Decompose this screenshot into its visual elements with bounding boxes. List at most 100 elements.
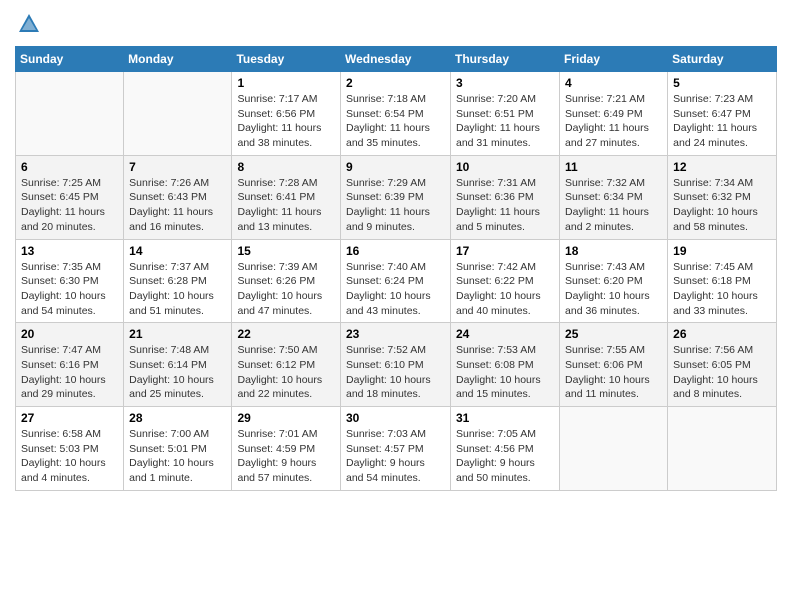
weekday-header-monday: Monday bbox=[124, 47, 232, 72]
calendar-cell: 25Sunrise: 7:55 AM Sunset: 6:06 PM Dayli… bbox=[560, 323, 668, 407]
day-info: Sunrise: 7:21 AM Sunset: 6:49 PM Dayligh… bbox=[565, 92, 662, 151]
day-number: 1 bbox=[237, 76, 335, 90]
day-info: Sunrise: 7:28 AM Sunset: 6:41 PM Dayligh… bbox=[237, 176, 335, 235]
day-number: 27 bbox=[21, 411, 118, 425]
day-info: Sunrise: 7:18 AM Sunset: 6:54 PM Dayligh… bbox=[346, 92, 445, 151]
day-info: Sunrise: 7:29 AM Sunset: 6:39 PM Dayligh… bbox=[346, 176, 445, 235]
day-number: 4 bbox=[565, 76, 662, 90]
day-number: 30 bbox=[346, 411, 445, 425]
calendar-cell: 11 Sunrise: 7:32 AM Sunset: 6:34 PM Dayli… bbox=[560, 155, 668, 239]
calendar-cell: 18 Sunrise: 7:43 AM Sunset: 6:20 PM Dayli… bbox=[560, 239, 668, 323]
day-info: Sunrise: 7:45 AM Sunset: 6:18 PM Dayligh… bbox=[673, 260, 771, 319]
calendar-cell: 3 Sunrise: 7:20 AM Sunset: 6:51 PM Daylig… bbox=[451, 72, 560, 156]
calendar-cell: 29 Sunrise: 7:01 AM Sunset: 4:59 PM Dayli… bbox=[232, 407, 341, 491]
calendar-week-row: 27 Sunrise: 6:58 AM Sunset: 5:03 PM Dayli… bbox=[16, 407, 777, 491]
calendar-cell: 24Sunrise: 7:53 AM Sunset: 6:08 PM Dayli… bbox=[451, 323, 560, 407]
day-info: Sunrise: 7:50 AM Sunset: 6:12 PM Dayligh… bbox=[237, 343, 335, 402]
calendar-cell: 31Sunrise: 7:05 AM Sunset: 4:56 PM Dayli… bbox=[451, 407, 560, 491]
calendar-cell bbox=[124, 72, 232, 156]
calendar-cell: 5 Sunrise: 7:23 AM Sunset: 6:47 PM Daylig… bbox=[668, 72, 777, 156]
calendar-cell bbox=[16, 72, 124, 156]
calendar-week-row: 6Sunrise: 7:25 AM Sunset: 6:45 PM Daylig… bbox=[16, 155, 777, 239]
calendar-cell: 7 Sunrise: 7:26 AM Sunset: 6:43 PM Daylig… bbox=[124, 155, 232, 239]
day-number: 18 bbox=[565, 244, 662, 258]
calendar-cell: 17Sunrise: 7:42 AM Sunset: 6:22 PM Dayli… bbox=[451, 239, 560, 323]
calendar-cell: 19 Sunrise: 7:45 AM Sunset: 6:18 PM Dayli… bbox=[668, 239, 777, 323]
logo-icon bbox=[15, 10, 43, 38]
day-number: 13 bbox=[21, 244, 118, 258]
calendar-week-row: 13 Sunrise: 7:35 AM Sunset: 6:30 PM Dayli… bbox=[16, 239, 777, 323]
day-number: 15 bbox=[237, 244, 335, 258]
day-number: 10 bbox=[456, 160, 554, 174]
day-info: Sunrise: 7:26 AM Sunset: 6:43 PM Dayligh… bbox=[129, 176, 226, 235]
day-number: 3 bbox=[456, 76, 554, 90]
day-info: Sunrise: 7:43 AM Sunset: 6:20 PM Dayligh… bbox=[565, 260, 662, 319]
calendar-cell: 22 Sunrise: 7:50 AM Sunset: 6:12 PM Dayli… bbox=[232, 323, 341, 407]
day-number: 14 bbox=[129, 244, 226, 258]
calendar-cell: 2 Sunrise: 7:18 AM Sunset: 6:54 PM Daylig… bbox=[341, 72, 451, 156]
day-number: 9 bbox=[346, 160, 445, 174]
weekday-header-sunday: Sunday bbox=[16, 47, 124, 72]
day-number: 7 bbox=[129, 160, 226, 174]
day-number: 31 bbox=[456, 411, 554, 425]
day-number: 2 bbox=[346, 76, 445, 90]
day-info: Sunrise: 7:17 AM Sunset: 6:56 PM Dayligh… bbox=[237, 92, 335, 151]
day-number: 22 bbox=[237, 327, 335, 341]
calendar-cell bbox=[560, 407, 668, 491]
day-info: Sunrise: 7:01 AM Sunset: 4:59 PM Dayligh… bbox=[237, 427, 335, 486]
day-number: 29 bbox=[237, 411, 335, 425]
calendar-cell: 10 Sunrise: 7:31 AM Sunset: 6:36 PM Dayli… bbox=[451, 155, 560, 239]
calendar-cell: 16 Sunrise: 7:40 AM Sunset: 6:24 PM Dayli… bbox=[341, 239, 451, 323]
calendar-cell: 30 Sunrise: 7:03 AM Sunset: 4:57 PM Dayli… bbox=[341, 407, 451, 491]
day-info: Sunrise: 7:31 AM Sunset: 6:36 PM Dayligh… bbox=[456, 176, 554, 235]
day-info: Sunrise: 7:35 AM Sunset: 6:30 PM Dayligh… bbox=[21, 260, 118, 319]
calendar-week-row: 1 Sunrise: 7:17 AM Sunset: 6:56 PM Daylig… bbox=[16, 72, 777, 156]
calendar-cell: 14 Sunrise: 7:37 AM Sunset: 6:28 PM Dayli… bbox=[124, 239, 232, 323]
day-info: Sunrise: 7:56 AM Sunset: 6:05 PM Dayligh… bbox=[673, 343, 771, 402]
day-number: 12 bbox=[673, 160, 771, 174]
day-number: 8 bbox=[237, 160, 335, 174]
day-info: Sunrise: 7:03 AM Sunset: 4:57 PM Dayligh… bbox=[346, 427, 445, 486]
day-info: Sunrise: 7:25 AM Sunset: 6:45 PM Dayligh… bbox=[21, 176, 118, 235]
weekday-header-wednesday: Wednesday bbox=[341, 47, 451, 72]
day-number: 20 bbox=[21, 327, 118, 341]
day-info: Sunrise: 7:47 AM Sunset: 6:16 PM Dayligh… bbox=[21, 343, 118, 402]
calendar-table: SundayMondayTuesdayWednesdayThursdayFrid… bbox=[15, 46, 777, 491]
calendar-cell: 4 Sunrise: 7:21 AM Sunset: 6:49 PM Daylig… bbox=[560, 72, 668, 156]
day-number: 21 bbox=[129, 327, 226, 341]
weekday-header-thursday: Thursday bbox=[451, 47, 560, 72]
calendar-cell: 20 Sunrise: 7:47 AM Sunset: 6:16 PM Dayli… bbox=[16, 323, 124, 407]
day-number: 19 bbox=[673, 244, 771, 258]
header bbox=[15, 10, 777, 38]
day-info: Sunrise: 7:20 AM Sunset: 6:51 PM Dayligh… bbox=[456, 92, 554, 151]
calendar-cell: 27 Sunrise: 6:58 AM Sunset: 5:03 PM Dayli… bbox=[16, 407, 124, 491]
calendar-cell: 15Sunrise: 7:39 AM Sunset: 6:26 PM Dayli… bbox=[232, 239, 341, 323]
day-info: Sunrise: 7:42 AM Sunset: 6:22 PM Dayligh… bbox=[456, 260, 554, 319]
day-number: 5 bbox=[673, 76, 771, 90]
calendar-week-row: 20 Sunrise: 7:47 AM Sunset: 6:16 PM Dayli… bbox=[16, 323, 777, 407]
calendar-cell bbox=[668, 407, 777, 491]
weekday-header-saturday: Saturday bbox=[668, 47, 777, 72]
day-info: Sunrise: 7:53 AM Sunset: 6:08 PM Dayligh… bbox=[456, 343, 554, 402]
calendar-cell: 6Sunrise: 7:25 AM Sunset: 6:45 PM Daylig… bbox=[16, 155, 124, 239]
weekday-header-tuesday: Tuesday bbox=[232, 47, 341, 72]
day-info: Sunrise: 7:37 AM Sunset: 6:28 PM Dayligh… bbox=[129, 260, 226, 319]
day-number: 11 bbox=[565, 160, 662, 174]
day-info: Sunrise: 7:40 AM Sunset: 6:24 PM Dayligh… bbox=[346, 260, 445, 319]
day-info: Sunrise: 7:48 AM Sunset: 6:14 PM Dayligh… bbox=[129, 343, 226, 402]
calendar-cell: 21 Sunrise: 7:48 AM Sunset: 6:14 PM Dayli… bbox=[124, 323, 232, 407]
day-info: Sunrise: 7:00 AM Sunset: 5:01 PM Dayligh… bbox=[129, 427, 226, 486]
day-number: 26 bbox=[673, 327, 771, 341]
calendar-cell: 1 Sunrise: 7:17 AM Sunset: 6:56 PM Daylig… bbox=[232, 72, 341, 156]
day-info: Sunrise: 7:23 AM Sunset: 6:47 PM Dayligh… bbox=[673, 92, 771, 151]
logo bbox=[15, 10, 47, 38]
weekday-header-friday: Friday bbox=[560, 47, 668, 72]
calendar-cell: 13 Sunrise: 7:35 AM Sunset: 6:30 PM Dayli… bbox=[16, 239, 124, 323]
day-number: 16 bbox=[346, 244, 445, 258]
day-info: Sunrise: 7:32 AM Sunset: 6:34 PM Dayligh… bbox=[565, 176, 662, 235]
day-number: 25 bbox=[565, 327, 662, 341]
day-number: 23 bbox=[346, 327, 445, 341]
weekday-header-row: SundayMondayTuesdayWednesdayThursdayFrid… bbox=[16, 47, 777, 72]
calendar-cell: 9 Sunrise: 7:29 AM Sunset: 6:39 PM Daylig… bbox=[341, 155, 451, 239]
day-info: Sunrise: 6:58 AM Sunset: 5:03 PM Dayligh… bbox=[21, 427, 118, 486]
